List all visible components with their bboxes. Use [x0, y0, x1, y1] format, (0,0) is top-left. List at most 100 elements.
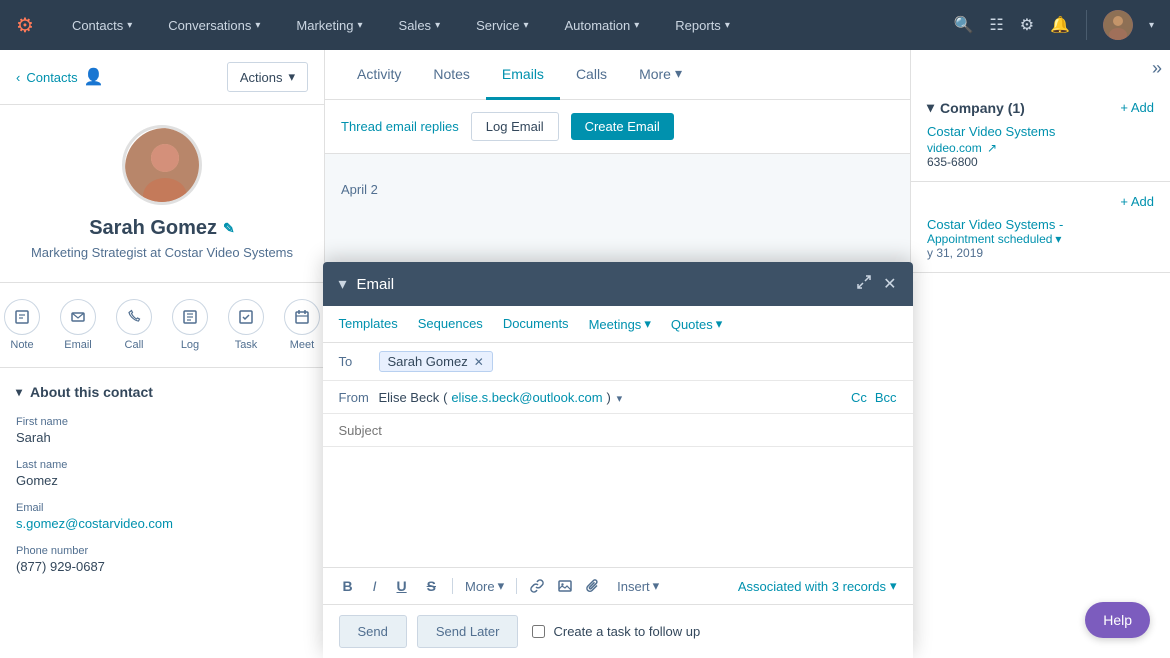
right-panel: » ▾ Company (1) + Add Costar Video Syste… [910, 50, 1170, 658]
bold-button[interactable]: B [339, 576, 357, 596]
underline-button[interactable]: U [393, 576, 411, 596]
log-action-button[interactable]: Log [172, 299, 208, 351]
company-phone: 635-6800 [927, 155, 1154, 169]
back-to-contacts-button[interactable]: ‹ Contacts 👤 [16, 67, 104, 87]
deal-date: y 31, 2019 [927, 246, 1154, 260]
templates-tool[interactable]: Templates [339, 316, 398, 332]
apps-icon[interactable]: ☷ [989, 15, 1003, 35]
company-section-header: ▾ Company (1) + Add [927, 99, 1154, 116]
compose-close-icon[interactable]: ✕ [883, 274, 896, 294]
from-field-value: Elise Beck ( elise.s.beck@outlook.com ) … [379, 389, 851, 405]
tab-calls[interactable]: Calls [560, 50, 623, 100]
follow-up-checkbox[interactable] [532, 625, 545, 638]
tab-notes[interactable]: Notes [417, 50, 486, 100]
tab-more[interactable]: More ▾ [623, 50, 698, 100]
tab-activity[interactable]: Activity [341, 50, 417, 100]
task-label: Task [235, 339, 258, 351]
contact-avatar [122, 125, 202, 205]
chevron-down-icon: ▾ [523, 20, 528, 31]
compose-footer: Send Send Later Create a task to follow … [323, 604, 913, 658]
meet-action-button[interactable]: Meet [284, 299, 320, 351]
to-recipient-tag[interactable]: Sarah Gomez ✕ [379, 351, 493, 372]
company-name-link[interactable]: Costar Video Systems [927, 124, 1154, 139]
company-section-title[interactable]: ▾ Company (1) [927, 99, 1025, 116]
about-header[interactable]: ▾ About this contact [16, 384, 308, 400]
remove-recipient-icon[interactable]: ✕ [474, 355, 484, 369]
bcc-link[interactable]: Bcc [875, 390, 897, 405]
from-name: Elise Beck [379, 390, 440, 405]
quotes-tool[interactable]: Quotes ▾ [671, 316, 722, 332]
tabs-bar: Activity Notes Emails Calls More ▾ [325, 50, 910, 100]
call-label: Call [125, 339, 144, 351]
compose-minimize-icon[interactable]: ▾ [339, 274, 347, 294]
note-action-button[interactable]: Note [4, 299, 40, 351]
send-button[interactable]: Send [339, 615, 407, 648]
strikethrough-button[interactable]: S [423, 576, 440, 596]
notifications-icon[interactable]: 🔔 [1050, 15, 1070, 35]
last-name-field: Last name Gomez [16, 459, 308, 488]
subject-input[interactable] [339, 423, 897, 438]
search-icon[interactable]: 🔍 [953, 15, 973, 35]
to-field-value: Sarah Gomez ✕ [379, 351, 897, 372]
chevron-down-icon: ▾ [927, 99, 934, 116]
associated-records-link[interactable]: Associated with 3 records ▾ [738, 578, 897, 594]
deal-status[interactable]: Appointment scheduled ▾ [927, 232, 1154, 246]
attachment-icon[interactable] [585, 578, 601, 594]
subject-field[interactable] [323, 414, 913, 447]
date-header: April 2 [341, 170, 894, 209]
nav-item-contacts[interactable]: Contacts ▾ [66, 14, 138, 37]
avatar-chevron-icon[interactable]: ▾ [1149, 20, 1154, 31]
contact-name: Sarah Gomez ✎ [20, 217, 304, 240]
help-button[interactable]: Help [1085, 602, 1150, 638]
chevron-down-icon: ▾ [435, 20, 440, 31]
log-email-button[interactable]: Log Email [471, 112, 559, 141]
edit-icon[interactable]: ✎ [223, 220, 235, 237]
email-action-button[interactable]: Email [60, 299, 96, 351]
from-email-link[interactable]: elise.s.beck@outlook.com [451, 390, 602, 405]
compose-header: ▾ Email ✕ [323, 262, 913, 306]
nav-item-marketing[interactable]: Marketing ▾ [290, 14, 368, 37]
send-later-button[interactable]: Send Later [417, 615, 519, 648]
nav-item-service[interactable]: Service ▾ [470, 14, 534, 37]
more-format-button[interactable]: More ▾ [465, 578, 504, 594]
sequences-tool[interactable]: Sequences [418, 316, 483, 332]
documents-tool[interactable]: Documents [503, 316, 569, 332]
email-compose-modal: ▾ Email ✕ Templates Sequences Documents … [323, 262, 913, 658]
right-panel-top: » [911, 50, 1170, 87]
insert-button[interactable]: Insert ▾ [617, 578, 659, 594]
task-action-button[interactable]: Task [228, 299, 264, 351]
chevron-down-icon: ▾ [498, 578, 505, 594]
nav-item-reports[interactable]: Reports ▾ [669, 14, 736, 37]
back-arrow-icon: ‹ [16, 70, 20, 85]
user-avatar[interactable] [1103, 10, 1133, 40]
format-separator-2 [516, 578, 517, 594]
chevron-down-icon: ▾ [288, 69, 295, 85]
settings-icon[interactable]: ⚙ [1020, 15, 1034, 35]
chevron-down-icon: ▾ [634, 20, 639, 31]
call-action-button[interactable]: Call [116, 299, 152, 351]
compose-expand-icon[interactable] [857, 275, 871, 294]
company-add-link[interactable]: + Add [1120, 100, 1154, 115]
follow-up-checkbox-label[interactable]: Create a task to follow up [532, 624, 700, 639]
image-icon[interactable] [557, 578, 573, 594]
deals-add-link[interactable]: + Add [1120, 194, 1154, 209]
from-paren-close: ) [606, 390, 610, 405]
nav-item-automation[interactable]: Automation ▾ [558, 14, 645, 37]
nav-item-conversations[interactable]: Conversations ▾ [162, 14, 266, 37]
format-separator [452, 578, 453, 594]
actions-button[interactable]: Actions ▾ [227, 62, 308, 92]
chevron-down-icon: ▾ [127, 20, 132, 31]
tab-emails[interactable]: Emails [486, 50, 560, 100]
meetings-tool[interactable]: Meetings ▾ [589, 316, 651, 332]
compose-body[interactable] [323, 447, 913, 567]
thread-email-replies-link[interactable]: Thread email replies [341, 119, 459, 134]
cc-link[interactable]: Cc [851, 390, 867, 405]
deal-name-link[interactable]: Costar Video Systems - [927, 217, 1154, 232]
hubspot-logo[interactable]: ⚙ [16, 13, 34, 38]
italic-button[interactable]: I [369, 576, 381, 596]
nav-item-sales[interactable]: Sales ▾ [393, 14, 447, 37]
collapse-icon[interactable]: » [1152, 58, 1162, 79]
link-icon[interactable] [529, 578, 545, 594]
from-dropdown-icon[interactable]: ▾ [617, 393, 623, 405]
create-email-button[interactable]: Create Email [571, 113, 674, 140]
